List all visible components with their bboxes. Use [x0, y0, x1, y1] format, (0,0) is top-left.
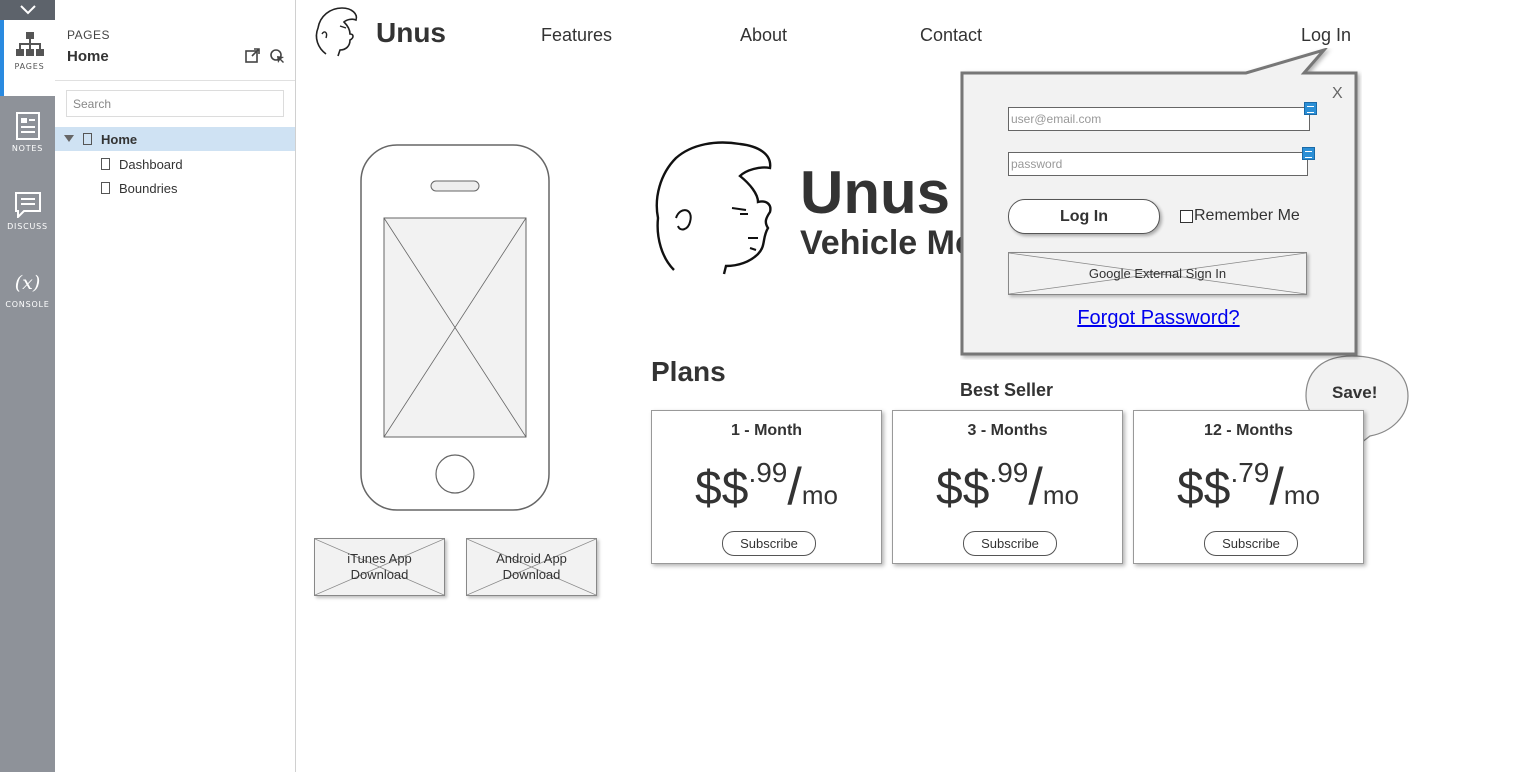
- brand-name[interactable]: Unus: [376, 17, 446, 49]
- panel-title: Home: [67, 48, 109, 65]
- rail-item-pages[interactable]: PAGES: [0, 20, 55, 96]
- field-note-icon: [1302, 147, 1315, 160]
- panel-caption: PAGES: [67, 28, 110, 42]
- best-seller-label: Best Seller: [960, 380, 1054, 400]
- price-slash: /: [1028, 458, 1043, 516]
- collapse-toggle[interactable]: [0, 0, 55, 20]
- plans-heading: Plans: [651, 356, 726, 387]
- page-search-input[interactable]: [66, 90, 284, 117]
- price-currency: $$: [1177, 462, 1231, 515]
- plan-price: $$.99/mo: [652, 457, 881, 517]
- tree-item-home[interactable]: Home: [55, 127, 295, 151]
- price-unit: mo: [1283, 480, 1320, 510]
- google-signin-label: Google External Sign In: [1088, 265, 1227, 281]
- plan-price: $$.99/mo: [893, 457, 1122, 517]
- rail-label-notes: NOTES: [11, 144, 44, 153]
- login-popover: X Log In Remember Me Google External Sig…: [960, 71, 1357, 355]
- plan-card-1-month: 1 - Month $$.99/mo Subscribe: [651, 410, 882, 564]
- discuss-icon: [14, 192, 41, 218]
- rail-label-pages: PAGES: [14, 62, 45, 71]
- android-download-button[interactable]: Android App Download: [466, 538, 597, 596]
- itunes-download-button[interactable]: iTunes App Download: [314, 538, 445, 596]
- hero-title: Unus: [800, 159, 950, 226]
- price-cents: .79: [1230, 457, 1270, 488]
- design-canvas: Unus Features About Contact Log In iTune…: [296, 0, 1532, 772]
- tree-item-dashboard[interactable]: Dashboard: [55, 152, 295, 176]
- expand-caret-icon[interactable]: [64, 135, 74, 143]
- app-window: PAGES NOTES DISCUSS (x) CONSOLE PAGES Ho…: [0, 0, 1532, 772]
- nav-login-link[interactable]: Log In: [1301, 25, 1351, 46]
- hero-logo-head-icon: [655, 141, 772, 275]
- forgot-password-link[interactable]: Forgot Password?: [960, 307, 1357, 330]
- plan-card-12-months: 12 - Months $$.79/mo Subscribe: [1133, 410, 1364, 564]
- rail-item-console[interactable]: (x) CONSOLE: [0, 258, 55, 334]
- rail-item-discuss[interactable]: DISCUSS: [0, 180, 55, 256]
- remember-me-label: Remember Me: [1194, 207, 1300, 224]
- save-badge-label: Save!: [1332, 383, 1378, 402]
- panel-actions: [245, 48, 286, 64]
- login-submit-button[interactable]: Log In: [1008, 199, 1160, 234]
- remember-me-checkbox[interactable]: Remember Me: [1180, 207, 1300, 225]
- android-download-label: Android App Download: [496, 551, 567, 582]
- price-currency: $$: [936, 462, 990, 515]
- open-in-new-icon[interactable]: [245, 48, 260, 63]
- plan-title: 1 - Month: [730, 422, 803, 439]
- plan-title: 12 - Months: [1204, 422, 1293, 439]
- sitemap-icon: [15, 32, 44, 56]
- brand-logo-head-icon: [315, 7, 358, 57]
- chevron-down-icon[interactable]: [19, 5, 36, 15]
- nav-features-link[interactable]: Features: [541, 25, 612, 46]
- price-unit: mo: [1042, 480, 1079, 510]
- price-unit: mo: [801, 480, 838, 510]
- panel-divider: [55, 80, 295, 81]
- cursor-target-icon[interactable]: [270, 48, 286, 64]
- subscribe-button[interactable]: Subscribe: [1204, 531, 1298, 556]
- close-icon[interactable]: X: [1332, 85, 1343, 103]
- price-slash: /: [1269, 458, 1284, 516]
- plan-title: 3 - Months: [967, 422, 1048, 439]
- subscribe-button[interactable]: Subscribe: [722, 531, 816, 556]
- hero-subtitle: Vehicle Mo: [800, 224, 976, 262]
- nav-contact-link[interactable]: Contact: [920, 25, 982, 46]
- tree-item-boundries[interactable]: Boundries: [55, 176, 295, 200]
- nav-about-link[interactable]: About: [740, 25, 787, 46]
- google-signin-button[interactable]: Google External Sign In: [1008, 252, 1307, 295]
- checkbox-box[interactable]: [1180, 209, 1193, 223]
- price-currency: $$: [695, 462, 749, 515]
- page-icon: [101, 158, 110, 170]
- plan-card-3-months: 3 - Months $$.99/mo Subscribe: [892, 410, 1123, 564]
- page-icon: [101, 182, 110, 194]
- rail-label-discuss: DISCUSS: [7, 222, 48, 231]
- phone-mockup: [360, 144, 550, 511]
- price-cents: .99: [989, 457, 1029, 488]
- subscribe-button[interactable]: Subscribe: [963, 531, 1057, 556]
- price-slash: /: [787, 458, 802, 516]
- price-cents: .99: [748, 457, 788, 488]
- itunes-download-label: iTunes App Download: [347, 551, 412, 582]
- tree-item-label: Boundries: [119, 180, 178, 196]
- plan-price: $$.79/mo: [1134, 457, 1363, 517]
- tree-item-label: Home: [101, 131, 138, 147]
- notes-icon: [15, 112, 40, 140]
- rail-item-notes[interactable]: NOTES: [0, 100, 55, 176]
- console-icon: (x): [14, 272, 41, 294]
- rail-label-console: CONSOLE: [5, 300, 50, 309]
- page-icon: [83, 133, 92, 145]
- tree-item-label: Dashboard: [119, 156, 183, 172]
- password-field[interactable]: [1008, 152, 1308, 176]
- email-field[interactable]: [1008, 107, 1310, 131]
- field-note-icon: [1304, 102, 1317, 115]
- pages-panel: PAGES Home Home Dashboard Boundries: [55, 0, 296, 772]
- left-rail: PAGES NOTES DISCUSS (x) CONSOLE: [0, 0, 55, 772]
